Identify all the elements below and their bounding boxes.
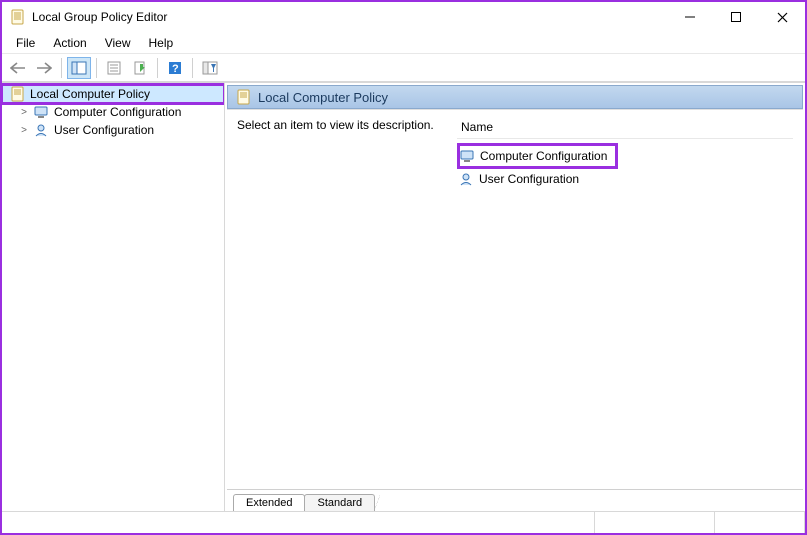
menu-help[interactable]: Help [141, 34, 182, 52]
user-icon [459, 171, 475, 187]
app-icon [10, 9, 26, 25]
list-item-user-configuration[interactable]: User Configuration [457, 169, 793, 189]
detail-tabs: Extended Standard [227, 489, 803, 511]
description-text: Select an item to view its description. [237, 118, 434, 132]
nav-back-button[interactable] [6, 57, 30, 79]
tree-item-computer-configuration[interactable]: > Computer Configuration [2, 103, 224, 121]
app-window: Local Group Policy Editor File Action Vi… [0, 0, 807, 535]
toolbar: ? [2, 54, 805, 82]
titlebar: Local Group Policy Editor [2, 2, 805, 32]
status-cell [595, 512, 715, 533]
user-icon [34, 122, 50, 138]
description-column: Select an item to view its description. [237, 118, 437, 489]
tree-root-label: Local Computer Policy [30, 87, 150, 101]
menu-file[interactable]: File [8, 34, 43, 52]
tree-pane[interactable]: Local Computer Policy > Computer Configu… [2, 83, 225, 511]
tab-standard[interactable]: Standard [304, 494, 375, 511]
status-cell [2, 512, 595, 533]
help-button[interactable]: ? [163, 57, 187, 79]
svg-text:?: ? [172, 63, 179, 75]
tree-item-label: Computer Configuration [54, 105, 181, 119]
expand-icon[interactable]: > [18, 107, 30, 118]
properties-button[interactable] [102, 57, 126, 79]
expand-icon[interactable]: > [18, 125, 30, 136]
detail-body: Select an item to view its description. … [227, 109, 803, 489]
tree-root[interactable]: Local Computer Policy [2, 85, 224, 103]
computer-icon [460, 148, 476, 164]
tab-extended[interactable]: Extended [233, 494, 305, 511]
menu-view[interactable]: View [97, 34, 139, 52]
statusbar [2, 511, 805, 533]
toolbar-separator [157, 58, 158, 78]
policy-doc-icon [236, 89, 252, 105]
tree-item-user-configuration[interactable]: > User Configuration [2, 121, 224, 139]
detail-header: Local Computer Policy [227, 85, 803, 109]
policy-doc-icon [10, 86, 26, 102]
tree-item-label: User Configuration [54, 123, 154, 137]
list-row-wrapper: Computer Configuration [457, 143, 793, 169]
list-item-computer-configuration[interactable]: Computer Configuration [457, 143, 618, 169]
column-header-name[interactable]: Name [457, 118, 793, 139]
close-button[interactable] [759, 2, 805, 32]
window-controls [667, 2, 805, 32]
list-item-label: User Configuration [479, 172, 579, 186]
toolbar-separator [192, 58, 193, 78]
menu-action[interactable]: Action [45, 34, 94, 52]
menubar: File Action View Help [2, 32, 805, 54]
toolbar-separator [96, 58, 97, 78]
show-tree-button[interactable] [67, 57, 91, 79]
detail-header-title: Local Computer Policy [258, 90, 388, 105]
status-cell [715, 512, 805, 533]
minimize-button[interactable] [667, 2, 713, 32]
detail-pane: Local Computer Policy Select an item to … [225, 83, 805, 511]
computer-icon [34, 104, 50, 120]
body: Local Computer Policy > Computer Configu… [2, 82, 805, 511]
toolbar-separator [61, 58, 62, 78]
list-column: Name Computer Configuration [457, 118, 793, 489]
nav-forward-button[interactable] [32, 57, 56, 79]
window-title: Local Group Policy Editor [32, 10, 167, 24]
list-item-label: Computer Configuration [480, 149, 607, 163]
filter-button[interactable] [198, 57, 222, 79]
export-button[interactable] [128, 57, 152, 79]
maximize-button[interactable] [713, 2, 759, 32]
